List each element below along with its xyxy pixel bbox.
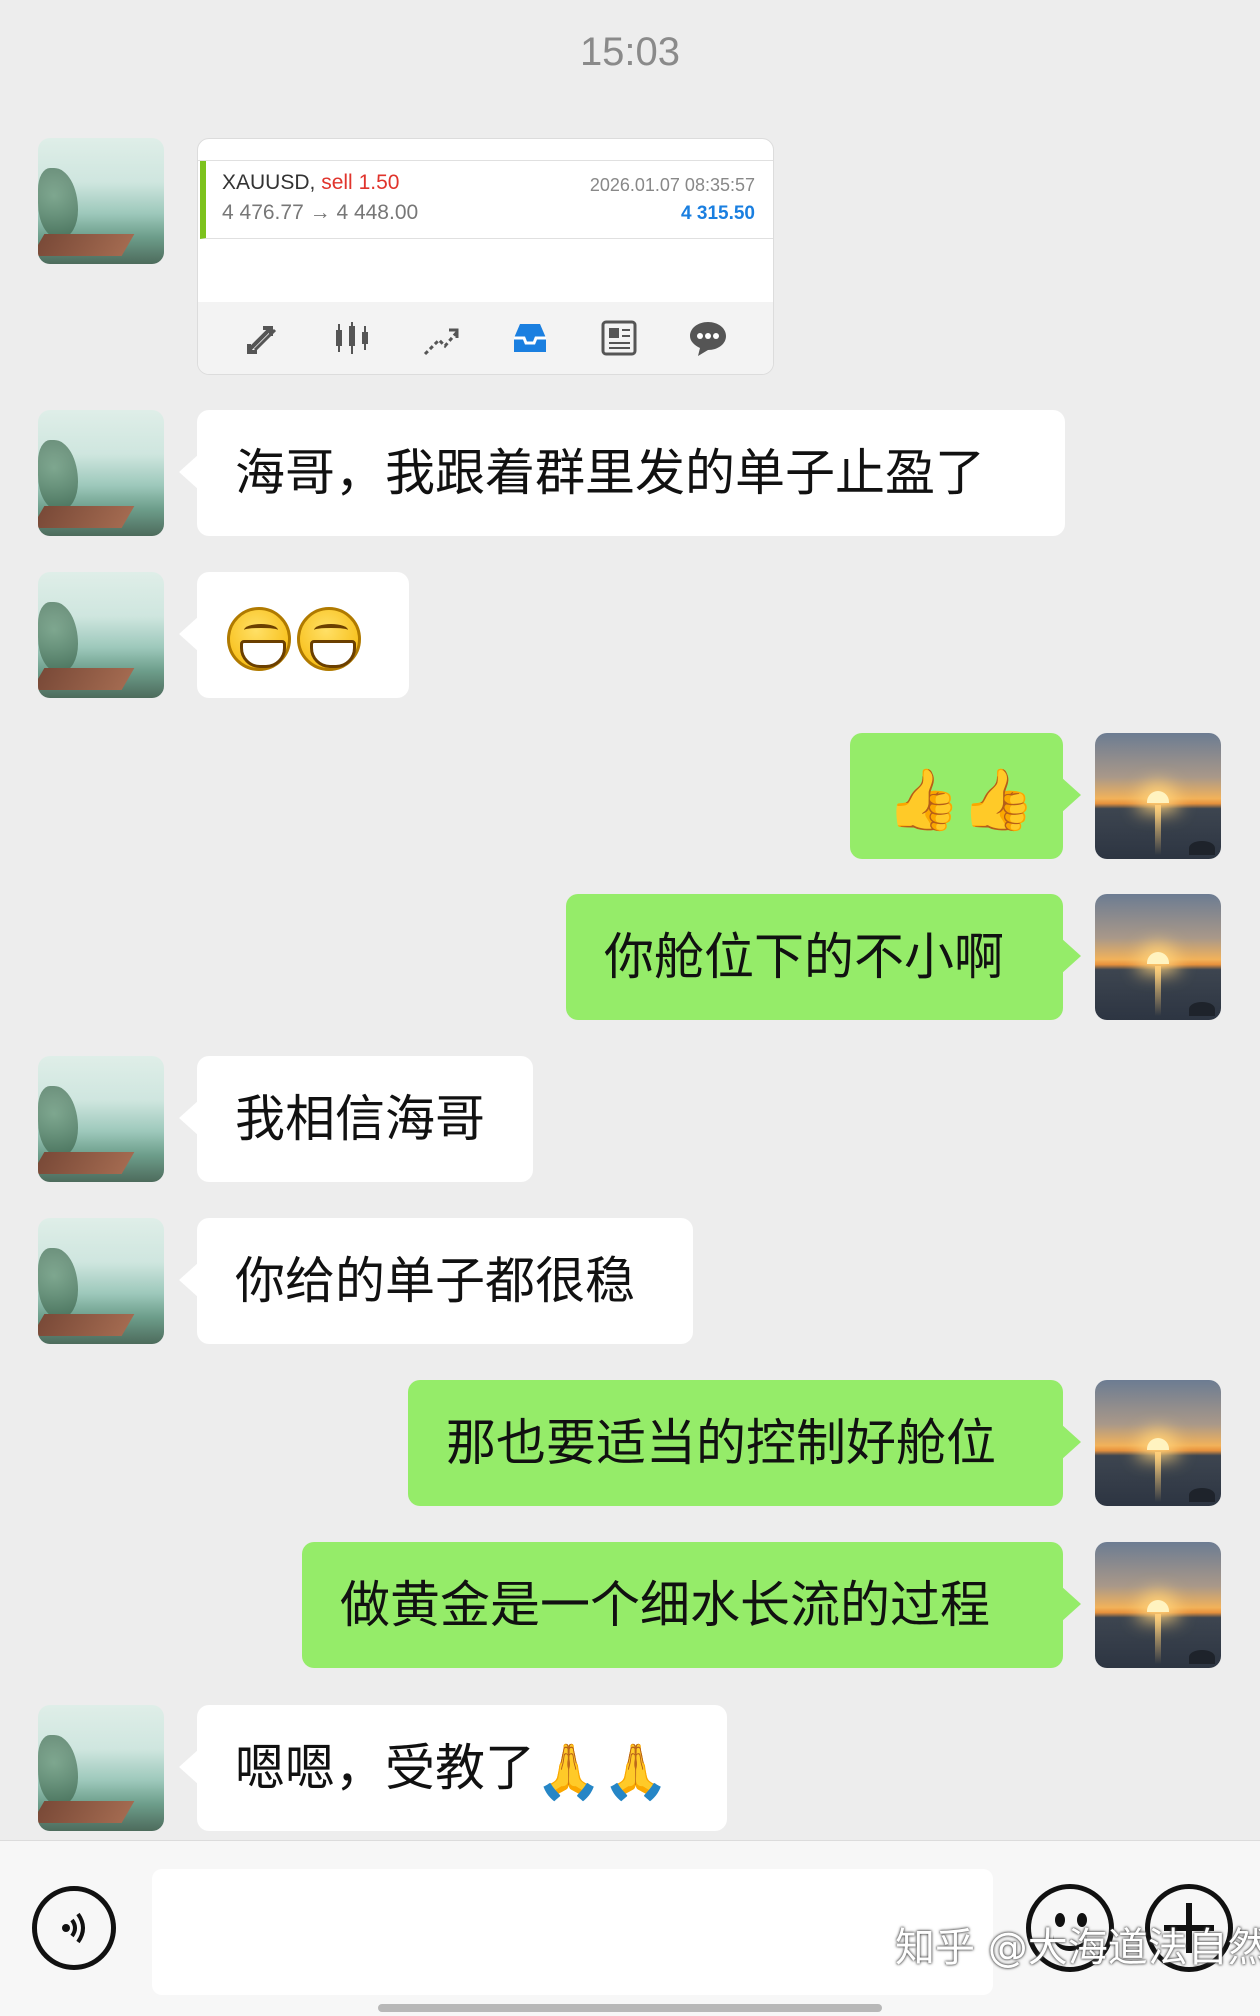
news-icon[interactable] (594, 313, 644, 363)
trade-row: XAUUSD, sell 1.50 4 476.77 → 4 448.00 20… (200, 161, 773, 239)
chart-candles-icon[interactable] (327, 313, 377, 363)
voice-input-button[interactable] (32, 1886, 116, 1970)
message-text: 做黄金是一个细水长流的过程 (340, 1576, 990, 1634)
my-avatar[interactable] (1095, 1380, 1221, 1506)
watermark: 知乎 @大海道法自然 (895, 1925, 1260, 1971)
trade-profit: 4 315.50 (681, 203, 755, 224)
trade-side: sell 1.50 (321, 171, 400, 194)
message-text: 嗯嗯，受教了 (235, 1739, 535, 1797)
quotes-icon[interactable] (238, 313, 288, 363)
trade-record-card[interactable]: XAUUSD, sell 1.50 4 476.77 → 4 448.00 20… (197, 138, 774, 375)
folded-hands-icon: 🙏 (535, 1739, 603, 1803)
history-inbox-icon[interactable] (505, 313, 555, 363)
friend-avatar[interactable] (38, 1056, 164, 1182)
folded-hands-icon: 🙏 (602, 1739, 670, 1803)
trade-date: 2026.01.07 08:35:57 (589, 175, 755, 195)
trade-symbol-line: XAUUSD, sell 1.50 (222, 171, 399, 195)
message-bubble[interactable]: 你给的单子都很稳 (179, 1218, 693, 1344)
message-text: 海哥，我跟着群里发的单子止盈了 (235, 444, 985, 502)
message-bubble[interactable]: 做黄金是一个细水长流的过程 (302, 1542, 1081, 1668)
thumbs-up-icon: 👍 (886, 764, 961, 835)
my-avatar[interactable] (1095, 733, 1221, 859)
message-input[interactable] (152, 1869, 993, 1995)
friend-avatar[interactable] (38, 138, 164, 264)
trade-prices: 4 476.77 → 4 448.00 (222, 201, 418, 225)
trade-symbol: XAUUSD, (222, 171, 316, 194)
grinning-face-icon (297, 606, 361, 671)
message-bubble[interactable]: 嗯嗯，受教了🙏🙏 (179, 1705, 727, 1831)
open-price: 4 476.77 (222, 201, 304, 224)
voice-icon (62, 1912, 85, 1944)
my-avatar[interactable] (1095, 1542, 1221, 1668)
close-price: 4 448.00 (336, 201, 419, 224)
friend-avatar[interactable] (38, 572, 164, 698)
trade-icon[interactable] (416, 313, 466, 363)
message-bubble[interactable]: 海哥，我跟着群里发的单子止盈了 (179, 410, 1065, 536)
emoji-message-bubble[interactable]: 👍👍 (850, 733, 1081, 859)
grinning-face-icon (227, 606, 291, 671)
message-bubble[interactable]: 我相信海哥 (179, 1056, 533, 1182)
thumbs-up-icon: 👍 (960, 764, 1036, 835)
card-cropped-row (198, 139, 773, 161)
emoji-message-bubble[interactable] (179, 572, 409, 698)
friend-avatar[interactable] (38, 1705, 164, 1831)
home-indicator[interactable] (378, 2004, 882, 2012)
friend-avatar[interactable] (38, 410, 164, 536)
message-bubble[interactable]: 你舱位下的不小啊 (566, 894, 1081, 1020)
card-toolbar (198, 302, 773, 374)
friend-avatar[interactable] (38, 1218, 164, 1344)
chat-icon[interactable] (683, 313, 733, 363)
message-text: 你给的单子都很稳 (235, 1252, 635, 1310)
message-text: 我相信海哥 (235, 1090, 485, 1148)
message-bubble[interactable]: 那也要适当的控制好舱位 (408, 1380, 1081, 1506)
my-avatar[interactable] (1095, 894, 1221, 1020)
message-text: 那也要适当的控制好舱位 (446, 1414, 996, 1472)
message-text: 你舱位下的不小啊 (604, 928, 1004, 986)
arrow-icon: → (309, 201, 331, 224)
status-time: 15:03 (579, 30, 681, 74)
